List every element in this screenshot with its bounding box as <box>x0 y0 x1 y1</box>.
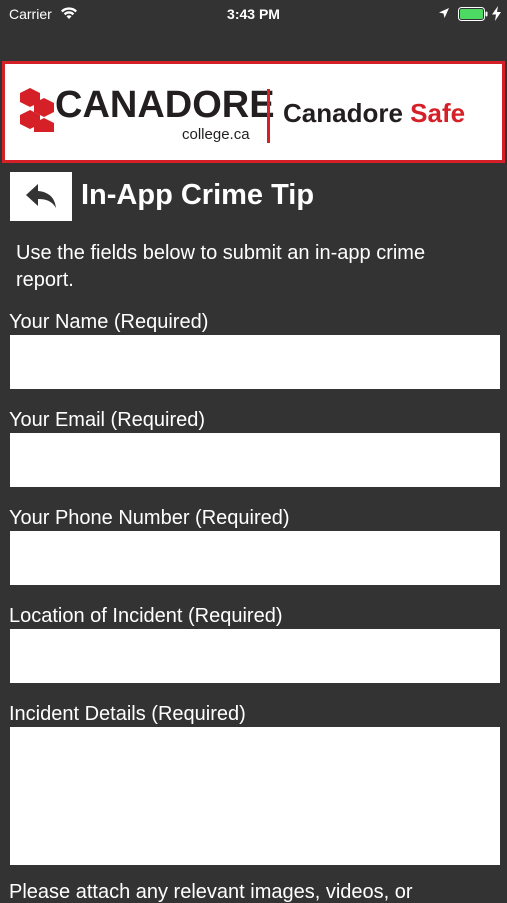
name-label: Your Name (Required) <box>9 311 209 333</box>
name-input[interactable] <box>10 335 500 389</box>
app-brand-name: Canadore Safe <box>283 98 465 129</box>
page-title: In-App Crime Tip <box>81 179 315 211</box>
email-label: Your Email (Required) <box>9 409 206 431</box>
phone-input[interactable] <box>10 531 500 585</box>
location-arrow-icon <box>439 8 449 18</box>
clock-time: 3:43 PM <box>227 6 280 22</box>
logo-divider <box>267 89 270 143</box>
logo-url: college.ca <box>182 126 250 143</box>
back-button[interactable] <box>10 172 72 221</box>
email-input[interactable] <box>10 433 500 487</box>
intro-text: Use the fields below to submit an in-app… <box>16 242 426 291</box>
canadore-logo-mark <box>20 88 54 132</box>
brand-safe-text: Safe <box>410 98 466 128</box>
location-input[interactable] <box>10 629 500 683</box>
phone-label: Your Phone Number (Required) <box>9 507 290 529</box>
attachment-instructions: Please attach any relevant images, video… <box>9 881 413 903</box>
charging-bolt-icon <box>492 6 501 21</box>
location-label: Location of Incident (Required) <box>9 605 283 627</box>
back-arrow-icon <box>26 184 56 208</box>
header-banner: CANADORE college.ca Canadore Safe <box>2 61 505 163</box>
status-bar: Carrier 3:43 PM <box>0 0 507 28</box>
brand-name-text: Canadore <box>283 98 403 128</box>
logo-wordmark: CANADORE <box>55 84 275 126</box>
details-label: Incident Details (Required) <box>9 703 246 725</box>
battery-icon <box>458 7 488 21</box>
details-textarea[interactable] <box>10 727 500 865</box>
